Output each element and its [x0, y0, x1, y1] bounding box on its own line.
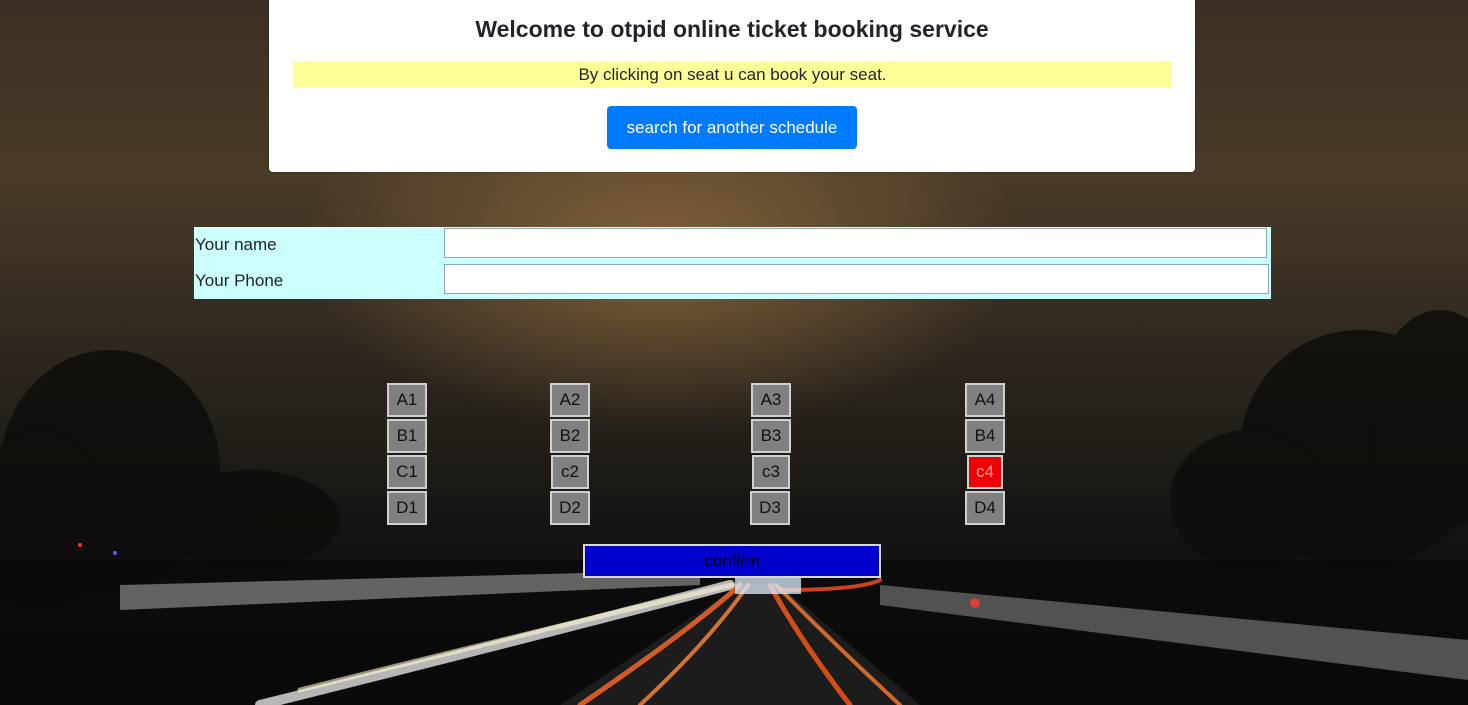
seat-c2[interactable]: c2 — [551, 455, 589, 489]
seat-b3[interactable]: B3 — [751, 419, 791, 453]
seat-d4[interactable]: D4 — [965, 491, 1005, 525]
seat-c3[interactable]: c3 — [752, 455, 790, 489]
confirm-button[interactable]: confirm — [583, 544, 881, 578]
seat-d1[interactable]: D1 — [387, 491, 427, 525]
seat-c1[interactable]: C1 — [387, 455, 427, 489]
name-input[interactable] — [444, 228, 1267, 258]
name-label: Your name — [195, 235, 277, 254]
seat-b2[interactable]: B2 — [550, 419, 590, 453]
phone-input[interactable] — [444, 264, 1269, 294]
page-title: Welcome to otpid online ticket booking s… — [475, 16, 989, 42]
phone-row: Your Phone — [194, 263, 1271, 299]
seat-d2[interactable]: D2 — [550, 491, 590, 525]
instruction-note: By clicking on seat u can book your seat… — [293, 61, 1172, 88]
search-another-schedule-button[interactable]: search for another schedule — [607, 106, 857, 149]
seat-a3[interactable]: A3 — [751, 383, 791, 417]
name-row: Your name — [194, 227, 1271, 263]
seat-a2[interactable]: A2 — [550, 383, 590, 417]
seat-a4[interactable]: A4 — [965, 383, 1005, 417]
seat-b4[interactable]: B4 — [965, 419, 1005, 453]
seat-d3[interactable]: D3 — [750, 491, 790, 525]
seat-b1[interactable]: B1 — [387, 419, 427, 453]
welcome-card: Welcome to otpid online ticket booking s… — [269, 0, 1195, 172]
seat-a1[interactable]: A1 — [387, 383, 427, 417]
phone-label: Your Phone — [195, 271, 284, 290]
seat-c4-booked[interactable]: c4 — [967, 455, 1003, 489]
passenger-form: Your name Your Phone — [194, 227, 1271, 299]
